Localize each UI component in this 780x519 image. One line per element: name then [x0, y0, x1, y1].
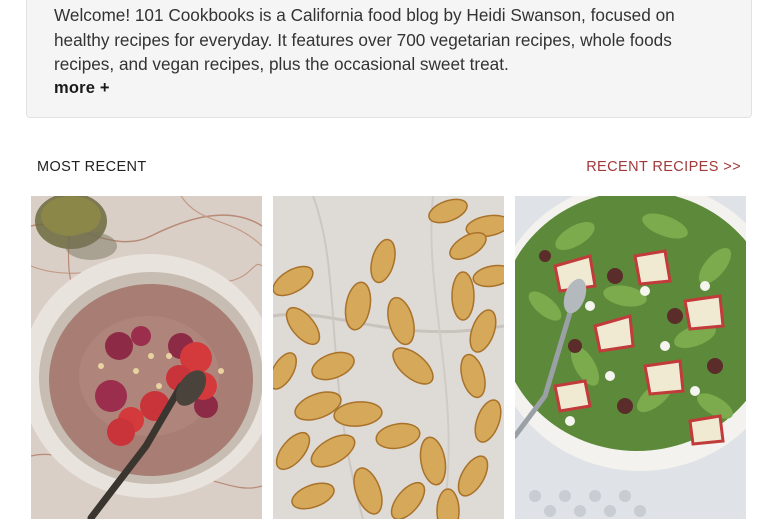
recipe-photo-pumpkin-seeds[interactable] [273, 196, 504, 519]
section-title-most-recent: MOST RECENT [37, 159, 147, 175]
more-link[interactable]: more + [54, 79, 110, 98]
recipe-photo-smoothie-bowl[interactable] [31, 196, 262, 519]
intro-text: Welcome! 101 Cookbooks is a California f… [54, 5, 675, 74]
recipe-photo-apple-salad[interactable] [515, 196, 746, 519]
recent-recipes-link[interactable]: RECENT RECIPES >> [586, 159, 741, 175]
